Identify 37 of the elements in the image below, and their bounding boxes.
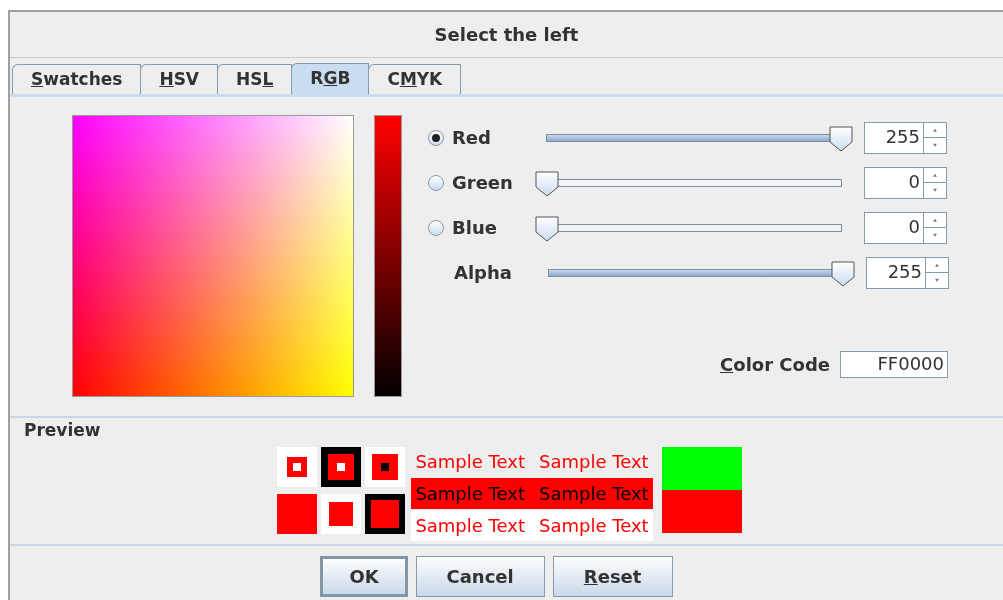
radio-button[interactable] (428, 129, 444, 146)
sample-text: Sample Text (415, 515, 525, 536)
slider-thumb[interactable] (831, 260, 855, 287)
radio-button[interactable] (428, 174, 444, 191)
radio-button[interactable] (428, 219, 444, 236)
color-swatch (321, 447, 362, 487)
channel-label: Red (452, 127, 492, 148)
number-spinner[interactable]: 0 (864, 166, 947, 199)
slider-thumb[interactable] (535, 215, 559, 242)
channel-label: Alpha (454, 262, 513, 283)
tab[interactable]: RGB (291, 63, 370, 94)
color-swatch (365, 447, 406, 487)
tab[interactable]: CMYK (368, 64, 462, 94)
window-title: Select the left (434, 24, 579, 45)
color-swatch (277, 447, 318, 487)
sample-text: Sample Text (539, 483, 649, 504)
color-swatch (365, 494, 406, 534)
color-code-label: Color Code (720, 354, 830, 375)
number-spinner[interactable]: 0 (864, 211, 947, 244)
number-spinner[interactable]: 255 (866, 256, 949, 289)
color-swatch (321, 494, 362, 534)
slider-thumb[interactable] (829, 125, 853, 152)
number-spinner[interactable]: 255 (864, 121, 947, 154)
color-code-field[interactable]: FF0000 (840, 351, 948, 378)
sample-text: Sample Text (539, 451, 649, 472)
slider-thumb[interactable] (535, 170, 559, 197)
dialog-button[interactable]: OK (320, 556, 408, 597)
dialog-button[interactable]: Reset (552, 556, 673, 597)
sample-text: Sample Text (415, 483, 525, 504)
dialog-button[interactable]: Cancel (415, 556, 545, 597)
channel-label: Blue (452, 217, 498, 238)
sample-text: Sample Text (415, 451, 525, 472)
sample-text: Sample Text (539, 515, 649, 536)
tab[interactable]: Swatches (12, 64, 142, 94)
channel-label: Green (452, 172, 514, 193)
color-gradient-picker[interactable] (72, 115, 354, 397)
color-slider-bar[interactable] (374, 115, 402, 397)
